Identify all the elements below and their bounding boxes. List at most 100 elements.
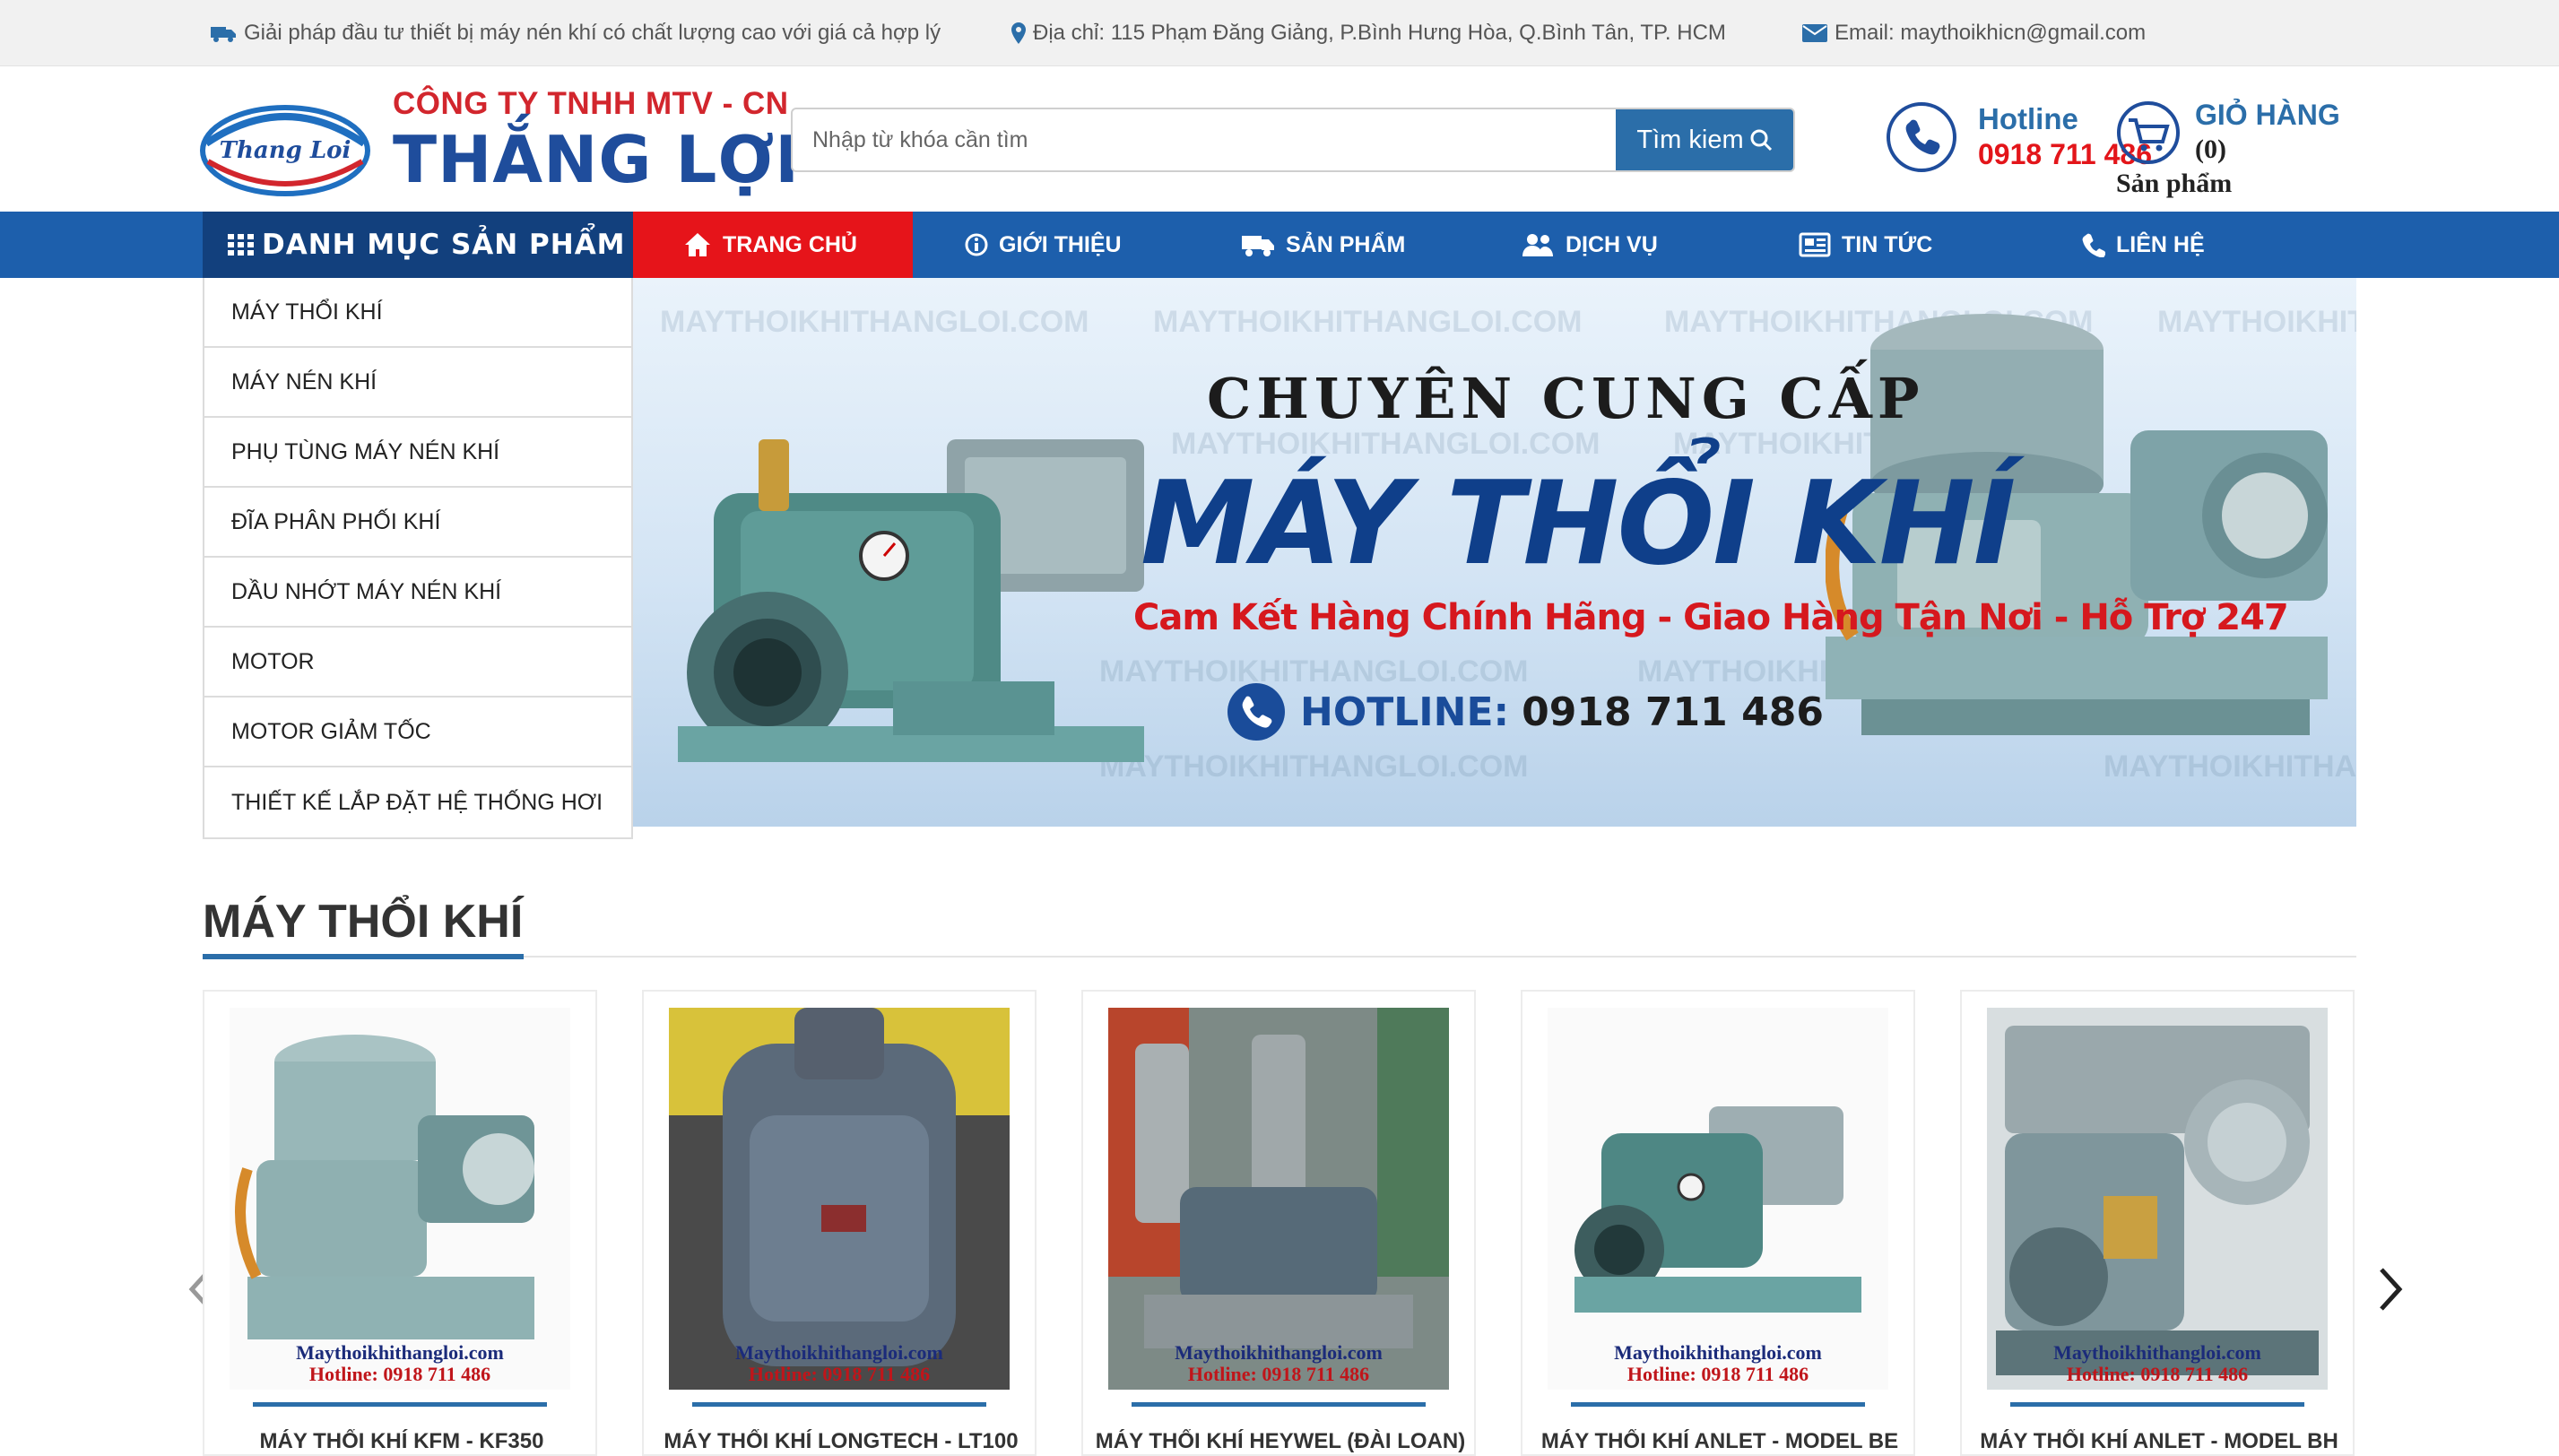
category-menu-label: DANH MỤC SẢN PHẨM: [262, 229, 626, 261]
image-watermark: Maythoikhithangloi.com: [2053, 1341, 2261, 1364]
image-watermark: Maythoikhithangloi.com: [735, 1341, 943, 1364]
hotline[interactable]: Hotline 0918 711 486: [1887, 99, 2152, 179]
card-divider: [692, 1402, 986, 1407]
category-item[interactable]: PHỤ TÙNG MÁY NÉN KHÍ: [204, 418, 631, 488]
section-title: MÁY THỔI KHÍ: [203, 896, 524, 948]
product-card[interactable]: Maythoikhithangloi.com Hotline: 0918 711…: [1521, 990, 1915, 1456]
envelope-icon: [1802, 24, 1827, 42]
banner-title-line1: CHUYÊN CUNG CẤP: [1207, 366, 1925, 431]
product-image[interactable]: Maythoikhithangloi.com Hotline: 0918 711…: [230, 1008, 570, 1390]
search-button[interactable]: Tìm kiem: [1616, 109, 1793, 170]
banner-hotline: HOTLINE: 0918 711 486: [1225, 676, 1824, 748]
category-list: MÁY THỔI KHÍ MÁY NÉN KHÍ PHỤ TÙNG MÁY NÉ…: [203, 278, 633, 839]
product-card[interactable]: Maythoikhithangloi.com Hotline: 0918 711…: [203, 990, 597, 1456]
grid-icon: [228, 234, 254, 256]
category-item[interactable]: MOTOR: [204, 628, 631, 698]
product-card[interactable]: Maythoikhithangloi.com Hotline: 0918 711…: [642, 990, 1037, 1456]
nav-item-label: TRANG CHỦ: [723, 231, 857, 257]
email[interactable]: Email: maythoikhicn@gmail.com: [1802, 0, 2146, 66]
info-icon: [965, 233, 988, 256]
top-bar: Giải pháp đầu tư thiết bị máy nén khí có…: [0, 0, 2559, 66]
section-divider: [203, 956, 2356, 958]
cart-icon: [2117, 101, 2180, 164]
map-marker-icon: [1011, 22, 1026, 44]
nav-item-label: SẢN PHẨM: [1286, 231, 1406, 257]
search-icon: [1750, 129, 1772, 152]
product-name[interactable]: MÁY THỔI KHÍ KFM - KF350: [204, 1429, 599, 1454]
category-item[interactable]: MÁY THỔI KHÍ: [204, 278, 631, 348]
email-text[interactable]: Email: maythoikhicn@gmail.com: [1835, 21, 2146, 46]
phone-icon: [1227, 683, 1285, 741]
cart-count: (0): [2195, 134, 2226, 164]
hero-banner[interactable]: MAYTHOIKHITHANGLOI.COM MAYTHOIKHITHANGLO…: [633, 278, 2356, 827]
search-bar: Tìm kiem: [791, 108, 1795, 172]
image-watermark: Hotline: 0918 711 486: [1187, 1363, 1370, 1385]
slogan-text: Giải pháp đầu tư thiết bị máy nén khí có…: [244, 21, 941, 45]
category-item[interactable]: MOTOR GIẢM TỐC: [204, 698, 631, 767]
banner-watermark: MAYTHOIKHITHANGLOI.COM: [660, 305, 1089, 339]
image-watermark: Maythoikhithangloi.com: [1175, 1341, 1383, 1364]
nav-item-label: LIÊN HỆ: [2116, 231, 2205, 257]
card-divider: [1132, 1402, 1426, 1407]
cart[interactable]: GIỎ HÀNG (0) Sản phẩm: [2116, 93, 2349, 201]
nav-item-home[interactable]: TRANG CHỦ: [633, 212, 913, 278]
address-text: Địa chỉ: 115 Phạm Đăng Giảng, P.Bình Hưn…: [1033, 21, 1726, 45]
product-card[interactable]: Maythoikhithangloi.com Hotline: 0918 711…: [1960, 990, 2355, 1456]
category-item[interactable]: DẦU NHỚT MÁY NÉN KHÍ: [204, 558, 631, 628]
product-card[interactable]: Maythoikhithangloi.com Hotline: 0918 711…: [1081, 990, 1476, 1456]
category-item[interactable]: THIẾT KẾ LẮP ĐẶT HỆ THỐNG HƠI: [204, 767, 631, 837]
banner-tagline: Cam Kết Hàng Chính Hãng - Giao Hàng Tận …: [1133, 597, 2289, 638]
product-name[interactable]: MÁY THỔI KHÍ LONGTECH - LT100: [644, 1429, 1038, 1454]
cart-sub-label: Sản phẩm: [2116, 169, 2233, 198]
card-divider: [253, 1402, 547, 1407]
service-icon: [1522, 234, 1553, 256]
address: Địa chỉ: 115 Phạm Đăng Giảng, P.Bình Hưn…: [1011, 0, 1726, 66]
home-icon: [685, 233, 710, 256]
header: Thang Loi CÔNG TY TNHH MTV - CN THẮNG LỢ…: [0, 66, 2559, 212]
section-title-underline: [203, 954, 524, 959]
search-input[interactable]: [793, 109, 1614, 170]
news-icon: [1799, 232, 1831, 257]
product-name[interactable]: MÁY THỔI KHÍ HEYWEL (ĐÀI LOAN): [1083, 1429, 1478, 1454]
category-menu-button[interactable]: DANH MỤC SẢN PHẨM: [203, 212, 633, 278]
truck-icon: [1242, 236, 1274, 256]
product-image[interactable]: Maythoikhithangloi.com Hotline: 0918 711…: [669, 1008, 1010, 1390]
image-watermark: Hotline: 0918 711 486: [1626, 1363, 1809, 1385]
image-watermark: Hotline: 0918 711 486: [308, 1363, 491, 1385]
logo[interactable]: Thang Loi CÔNG TY TNHH MTV - CN THẮNG LỢ…: [199, 86, 799, 197]
nav-item-contact[interactable]: LIÊN HỆ: [2082, 212, 2205, 278]
product-name[interactable]: MÁY THỔI KHÍ ANLET - MODEL BE: [1522, 1429, 1917, 1454]
nav-item-about[interactable]: GIỚI THIỆU: [965, 212, 1122, 278]
search-button-label: Tìm kiem: [1636, 125, 1744, 154]
image-watermark: Hotline: 0918 711 486: [748, 1363, 931, 1385]
nav-item-label: DỊCH VỤ: [1566, 231, 1658, 257]
carousel-next-arrow-icon[interactable]: [2372, 1262, 2408, 1316]
cart-label: GIỎ HÀNG: [2195, 99, 2340, 131]
product-image[interactable]: Maythoikhithangloi.com Hotline: 0918 711…: [1987, 1008, 2328, 1390]
category-item[interactable]: MÁY NÉN KHÍ: [204, 348, 631, 418]
truck-icon: [211, 27, 236, 42]
product-name[interactable]: MÁY THỔI KHÍ ANLET - MODEL BH: [1962, 1429, 2356, 1454]
nav-item-label: TIN TỨC: [1842, 231, 1933, 257]
nav-item-news[interactable]: TIN TỨC: [1799, 212, 1932, 278]
card-divider: [1571, 1402, 1865, 1407]
product-image[interactable]: Maythoikhithangloi.com Hotline: 0918 711…: [1548, 1008, 1888, 1390]
banner-hotline-number: 0918 711 486: [1522, 689, 1824, 735]
phone-icon: [2082, 233, 2105, 257]
company-line: CÔNG TY TNHH MTV - CN: [393, 86, 789, 121]
card-divider: [2010, 1402, 2304, 1407]
banner-title-line2: MÁY THỔI KHÍ: [1141, 457, 2016, 591]
main-nav: DANH MỤC SẢN PHẨM TRANG CHỦ GIỚI THIỆU S…: [0, 212, 2559, 278]
product-image[interactable]: Maythoikhithangloi.com Hotline: 0918 711…: [1108, 1008, 1449, 1390]
slogan: Giải pháp đầu tư thiết bị máy nén khí có…: [210, 0, 941, 66]
hotline-label: Hotline: [1978, 102, 2078, 135]
image-watermark: Hotline: 0918 711 486: [2066, 1363, 2249, 1385]
banner-hotline-label: HOTLINE:: [1300, 689, 1510, 735]
nav-item-products[interactable]: SẢN PHẨM: [1241, 212, 1405, 278]
logo-oval-icon: Thang Loi: [200, 105, 370, 196]
nav-item-services[interactable]: DỊCH VỤ: [1521, 212, 1658, 278]
category-item[interactable]: ĐĨA PHÂN PHỐI KHÍ: [204, 488, 631, 558]
blower-machine-illustration: [678, 439, 1144, 762]
svg-text:Thang Loi: Thang Loi: [220, 137, 351, 164]
company-name: THẮNG LỢI: [393, 122, 801, 197]
